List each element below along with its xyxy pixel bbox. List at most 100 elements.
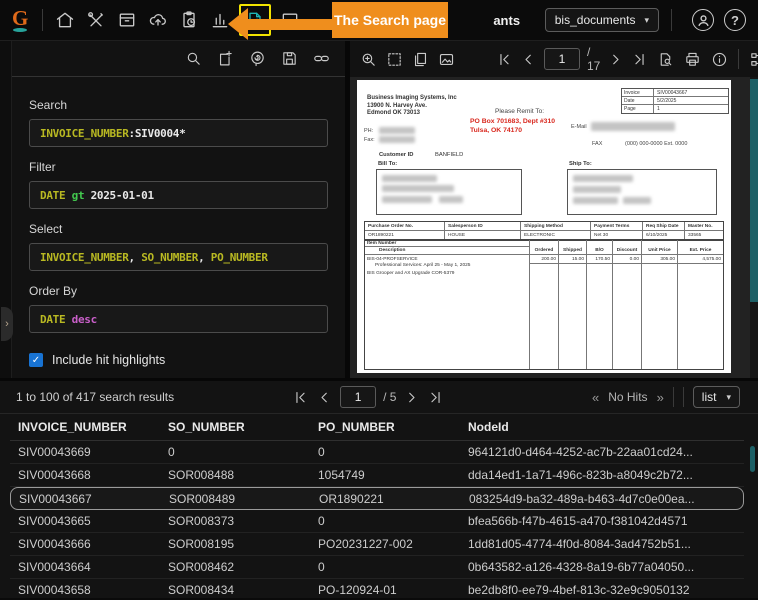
save-query-button[interactable] xyxy=(281,50,298,67)
help-button[interactable]: ? xyxy=(724,9,746,31)
table-row[interactable]: SIV00043667SOR008489OR1890221083254d9-ba… xyxy=(10,487,744,510)
results-last-page-button[interactable] xyxy=(427,389,444,406)
table-cell: 1054749 xyxy=(318,468,468,482)
printer-icon xyxy=(684,51,701,68)
user-icon xyxy=(695,12,712,29)
column-header[interactable]: SO_NUMBER xyxy=(168,420,318,434)
table-row[interactable]: SIV00043658SOR008434PO-120924-01be2db8f0… xyxy=(10,579,744,600)
grooper-logo[interactable]: G xyxy=(12,8,28,32)
info-button[interactable] xyxy=(711,51,728,68)
hit-highlights-label: Include hit highlights xyxy=(52,353,165,367)
results-first-page-button[interactable] xyxy=(292,389,309,406)
invoice-meta-table: InvoiceSIV00043667 Date5/2/2025 Page1 xyxy=(621,88,729,114)
query-form: Search INVOICE_NUMBER:SIV0004* Filter DA… xyxy=(12,77,345,367)
hit-navigation: « No Hits » xyxy=(592,390,664,405)
redacted-phone xyxy=(379,127,415,134)
column-header[interactable]: NodeId xyxy=(468,420,744,434)
toolbar-divider xyxy=(683,387,684,407)
jobs-button[interactable] xyxy=(177,7,201,33)
viewer-scrollbar-thumb[interactable] xyxy=(750,79,758,302)
toolbar-divider xyxy=(671,9,672,31)
repository-select[interactable]: bis_documents ▾ xyxy=(545,8,659,32)
first-page-icon xyxy=(292,389,309,406)
table-cell: 1dd81d05-4774-4f0d-8084-3ad4752b51... xyxy=(468,537,744,551)
left-collapse-rail: › xyxy=(0,41,12,378)
annotation-arrow-shaft xyxy=(247,19,333,30)
document-canvas: Business Imaging Systems, Inc 13900 N. H… xyxy=(350,77,758,378)
expand-panel-handle[interactable]: › xyxy=(1,307,13,341)
user-account-button[interactable] xyxy=(692,9,714,31)
results-prev-page-button[interactable] xyxy=(316,389,333,406)
question-mark-icon: ? xyxy=(731,13,739,28)
table-row[interactable]: SIV0004366900964121d0-d464-4252-ac7b-22a… xyxy=(10,441,744,464)
viewer-page-total: / 17 xyxy=(587,45,600,73)
last-page-button[interactable] xyxy=(631,51,648,68)
orderby-field-label: Order By xyxy=(29,284,328,298)
print-button[interactable] xyxy=(684,51,701,68)
logo-letter: G xyxy=(12,8,28,28)
viewer-pager: / 17 xyxy=(496,45,648,73)
first-page-icon xyxy=(496,51,513,68)
next-hit-button[interactable]: » xyxy=(657,390,664,405)
table-cell: SOR008373 xyxy=(168,514,318,528)
table-row[interactable]: SIV00043664SOR00846200b643582-a126-4328-… xyxy=(10,556,744,579)
chevron-left-icon xyxy=(316,389,333,406)
next-page-button[interactable] xyxy=(607,51,624,68)
batches-button[interactable] xyxy=(115,7,139,33)
toolbar-divider xyxy=(673,387,674,407)
info-icon xyxy=(711,51,728,68)
repository-select-value: bis_documents xyxy=(555,13,636,27)
table-cell: 0 xyxy=(318,445,468,459)
prev-hit-button[interactable]: « xyxy=(592,390,599,405)
results-next-page-button[interactable] xyxy=(403,389,420,406)
table-row[interactable]: SIV00043665SOR0083730bfea566b-f47b-4615-… xyxy=(10,510,744,533)
ai-assistant-button[interactable] xyxy=(249,50,266,67)
column-header[interactable]: INVOICE_NUMBER xyxy=(18,420,168,434)
orderby-input[interactable]: DATE desc xyxy=(29,305,328,333)
table-cell: SIV00043664 xyxy=(18,560,168,574)
select-input[interactable]: INVOICE_NUMBER, SO_NUMBER, PO_NUMBER xyxy=(29,243,328,271)
viewer-scrollbar xyxy=(750,77,758,378)
table-cell: OR1890221 xyxy=(319,492,469,506)
home-button[interactable] xyxy=(53,7,77,33)
layout-menu-button[interactable]: ▾ xyxy=(749,51,758,68)
zoom-in-icon xyxy=(360,51,377,68)
table-row[interactable]: SIV00043666SOR008195PO20231227-0021dd81d… xyxy=(10,533,744,556)
marquee-select-button[interactable] xyxy=(386,51,403,68)
results-view-value: list xyxy=(702,390,717,404)
results-view-select[interactable]: list ▾ xyxy=(693,386,740,408)
table-row[interactable]: SIV00043668SOR0084881054749dda14ed1-1a71… xyxy=(10,464,744,487)
hit-highlights-checkbox[interactable]: ✓ xyxy=(29,353,43,367)
prev-page-button[interactable] xyxy=(520,51,537,68)
view-text-button[interactable] xyxy=(657,51,674,68)
table-cell: SIV00043667 xyxy=(19,492,169,506)
chevron-right-icon xyxy=(403,389,420,406)
invoice-page: Business Imaging Systems, Inc 13900 N. H… xyxy=(357,80,731,373)
filter-input[interactable]: DATE gt 2025-01-01 xyxy=(29,181,328,209)
new-query-button[interactable] xyxy=(217,50,234,67)
marquee-icon xyxy=(386,51,403,68)
search-input[interactable]: INVOICE_NUMBER:SIV0004* xyxy=(29,119,328,147)
home-icon xyxy=(55,10,75,30)
zoom-button[interactable] xyxy=(360,51,377,68)
invoice-page-num: 1 xyxy=(654,106,660,112)
thumbnails-button[interactable] xyxy=(438,51,455,68)
results-table-body: SIV0004366900964121d0-d464-4252-ac7b-22a… xyxy=(10,441,744,600)
first-page-button[interactable] xyxy=(496,51,513,68)
invoice-po-table: Purchase Order No.OR1890221Salesperson I… xyxy=(364,221,724,241)
results-page-input[interactable] xyxy=(340,386,376,408)
column-header[interactable]: PO_NUMBER xyxy=(318,420,468,434)
results-page-total: / 5 xyxy=(383,390,396,404)
customer-id-value: BANFIELD xyxy=(435,152,463,158)
pages-button[interactable] xyxy=(412,51,429,68)
chevron-down-icon: ▾ xyxy=(726,392,731,403)
last-page-icon xyxy=(427,389,444,406)
results-scrollbar-thumb[interactable] xyxy=(750,446,755,472)
table-cell: SOR008462 xyxy=(168,560,318,574)
design-button[interactable] xyxy=(84,7,108,33)
run-search-button[interactable] xyxy=(185,50,202,67)
copy-link-button[interactable] xyxy=(313,50,330,67)
viewer-page-input[interactable] xyxy=(544,48,580,70)
imports-button[interactable] xyxy=(146,7,170,33)
table-cell: SOR008489 xyxy=(169,492,319,506)
